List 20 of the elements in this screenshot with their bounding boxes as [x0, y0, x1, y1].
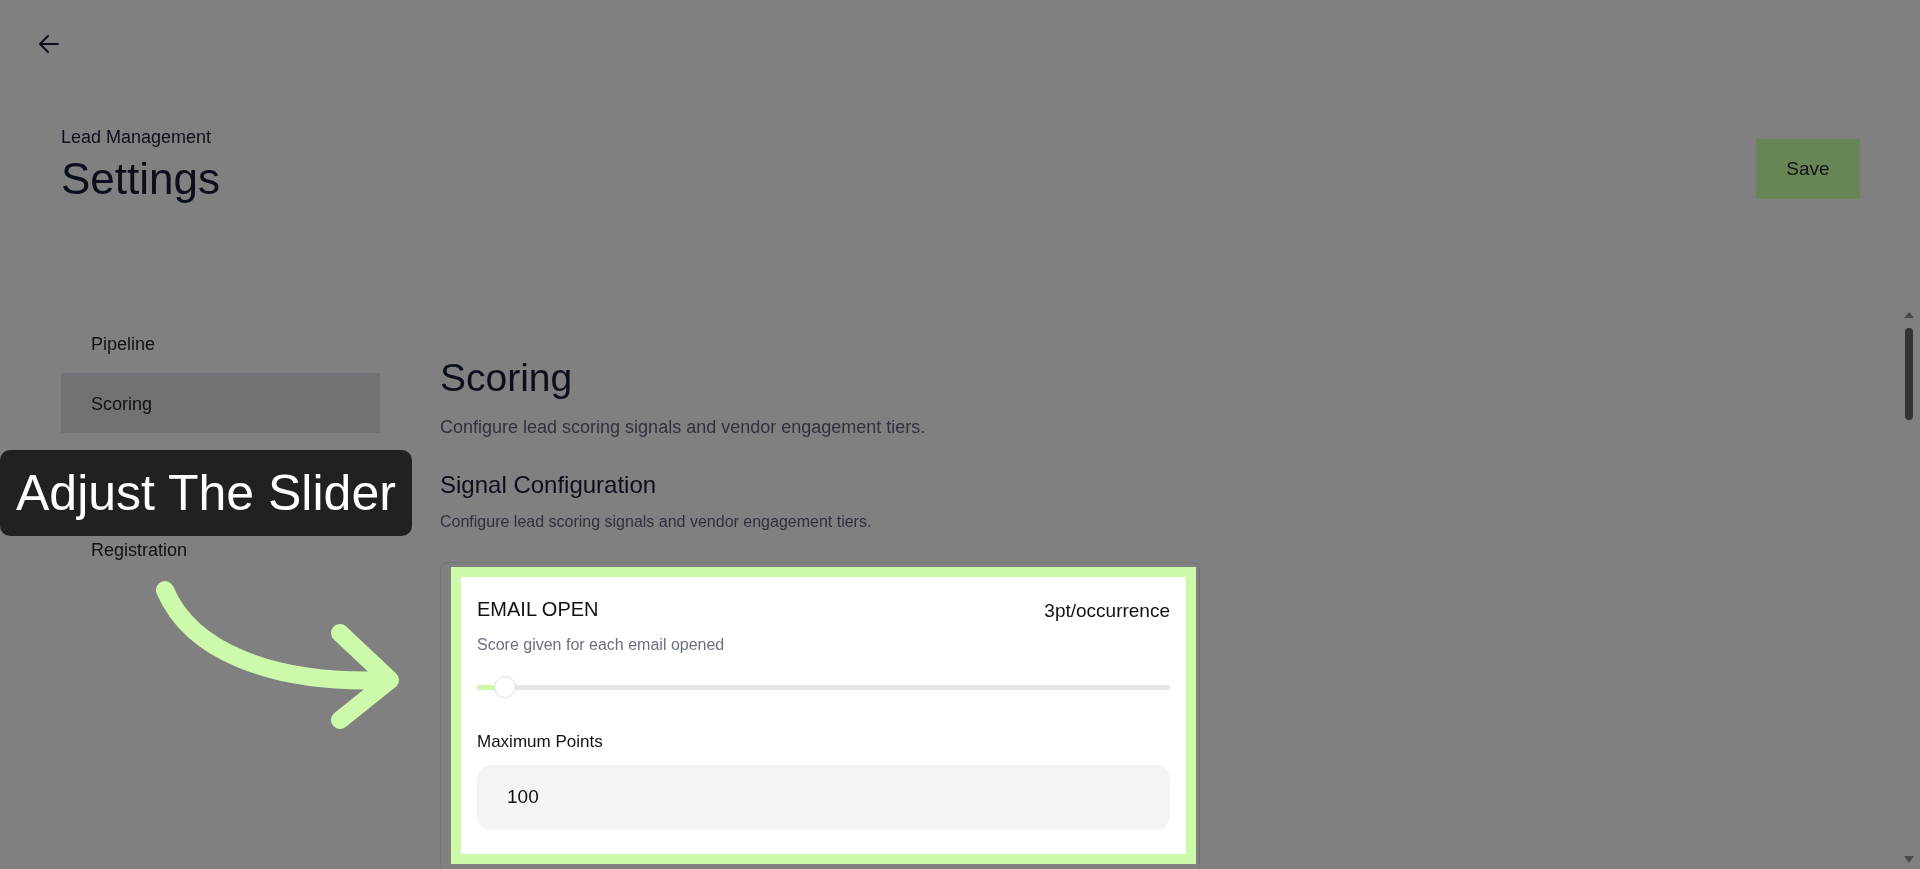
subsection-title: Signal Configuration	[440, 471, 658, 500]
signal-description: Score given for each email opened	[477, 635, 726, 656]
signal-name: EMAIL OPEN	[477, 597, 599, 621]
back-arrow-icon[interactable]	[38, 33, 60, 55]
signal-rate: 3pt/occurrence	[1044, 599, 1170, 623]
page-title: Settings	[61, 155, 220, 204]
scroll-down-icon[interactable]	[1902, 855, 1916, 864]
section-title: Scoring	[440, 355, 574, 402]
field-label: Maximum Points	[477, 731, 604, 754]
input-field[interactable]: 100	[477, 765, 1170, 830]
save-button[interactable]: Save	[1756, 139, 1860, 199]
breadcrumb-text: Lead Management	[61, 126, 213, 149]
section-description: Configure lead scoring signals and vendor engagement tiers.	[440, 416, 927, 440]
slider-thumb[interactable]	[493, 676, 516, 699]
sidebar-item[interactable]: Scoring	[61, 373, 380, 434]
hint-tooltip: Adjust The Slider	[0, 450, 412, 536]
scrollbar[interactable]	[1902, 310, 1916, 422]
sidebar-item[interactable]: Pipeline	[61, 313, 380, 374]
slider-track[interactable]	[477, 675, 1170, 700]
subsection-description: Configure lead scoring signals and vendor engagement tiers.	[440, 512, 873, 532]
